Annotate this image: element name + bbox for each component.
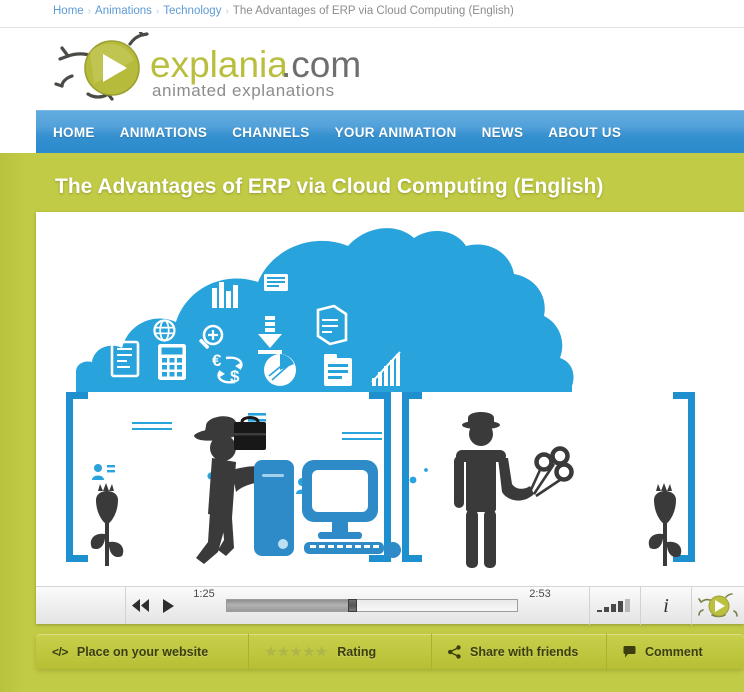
player-controls: 1:25 2:53 i [36, 586, 744, 625]
nav-item-home[interactable]: HOME [53, 125, 95, 140]
svg-text:animated explanations: animated explanations [152, 81, 335, 100]
action-bar: </> Place on your website ★★★★★ Rating S… [36, 634, 744, 669]
rewind-icon [131, 599, 149, 612]
breadcrumb-separator: › [155, 6, 160, 17]
seek-thumb[interactable] [347, 599, 357, 612]
page-root: Home › Animations › Technology › The Advantage… [0, 0, 744, 692]
action-comment[interactable]: Comment [607, 634, 744, 669]
action-embed[interactable]: </> Place on your website [36, 634, 249, 669]
play-button[interactable] [154, 587, 182, 625]
info-button[interactable]: i [640, 587, 691, 625]
nav-item-news[interactable]: NEWS [482, 125, 524, 140]
mouse [385, 542, 401, 558]
nav-item-channels[interactable]: CHANNELS [232, 125, 309, 140]
svg-text:.com: .com [281, 44, 360, 85]
video-player: € $ 1:25 2:53 i [36, 212, 744, 625]
action-share[interactable]: Share with friends [432, 634, 607, 669]
current-time: 1:25 [193, 588, 215, 600]
svg-text:explania: explania [150, 44, 288, 85]
breadcrumb-separator: › [225, 6, 229, 17]
action-embed-label: Place on your website [76, 644, 209, 659]
action-rating[interactable]: ★★★★★ Rating [249, 634, 432, 669]
keyboard [304, 542, 384, 554]
action-share-label: Share with friends [470, 644, 579, 659]
explania-logo-button[interactable] [691, 587, 744, 625]
code-embed-icon: </> [52, 644, 68, 659]
breadcrumb: Home › Animations › Technology › The Advantage… [0, 0, 744, 28]
site-logo[interactable]: explania .com animated explanations [50, 32, 360, 102]
total-time: 2:53 [529, 588, 551, 600]
rewind-button[interactable] [126, 587, 154, 625]
breadcrumb-link-animations[interactable]: Animations [95, 5, 152, 17]
playback-controls [126, 587, 182, 624]
nav-item-animations[interactable]: ANIMATIONS [120, 125, 208, 140]
video-stage[interactable]: € $ [36, 212, 744, 586]
breadcrumb-separator: › [87, 6, 92, 17]
star-rating-icon[interactable]: ★★★★★ [265, 644, 328, 660]
comment-bubble-icon [623, 645, 636, 657]
volume-icon [597, 599, 630, 612]
nav-item-about-us[interactable]: ABOUT US [548, 125, 621, 140]
page-title: The Advantages of ERP via Cloud Computin… [55, 175, 604, 198]
breadcrumb-current: The Advantages of ERP via Cloud Computin… [232, 5, 514, 17]
action-comment-label: Comment [645, 644, 703, 659]
action-rating-label: Rating [337, 644, 377, 659]
seek-progress [227, 600, 352, 611]
info-icon: i [663, 595, 669, 617]
volume-control[interactable] [589, 587, 640, 625]
main-navigation: HOME ANIMATIONS CHANNELS YOUR ANIMATION … [36, 110, 744, 153]
play-icon [162, 598, 174, 613]
breadcrumb-link-technology[interactable]: Technology [163, 5, 221, 17]
briefcase [234, 416, 266, 450]
svg-text:€: € [212, 351, 222, 370]
cloud-computing-erp-illustration: € $ [36, 212, 744, 586]
controls-left-spacer [36, 587, 126, 624]
explania-play-icon [698, 593, 738, 618]
controls-right-group: i [589, 587, 744, 625]
share-icon [448, 644, 461, 659]
running-play-button-character-logo: explania .com animated explanations [54, 32, 360, 101]
nav-item-your-animation[interactable]: YOUR ANIMATION [335, 125, 457, 140]
seek-slider[interactable] [226, 599, 518, 612]
breadcrumb-link-home[interactable]: Home [53, 5, 84, 17]
